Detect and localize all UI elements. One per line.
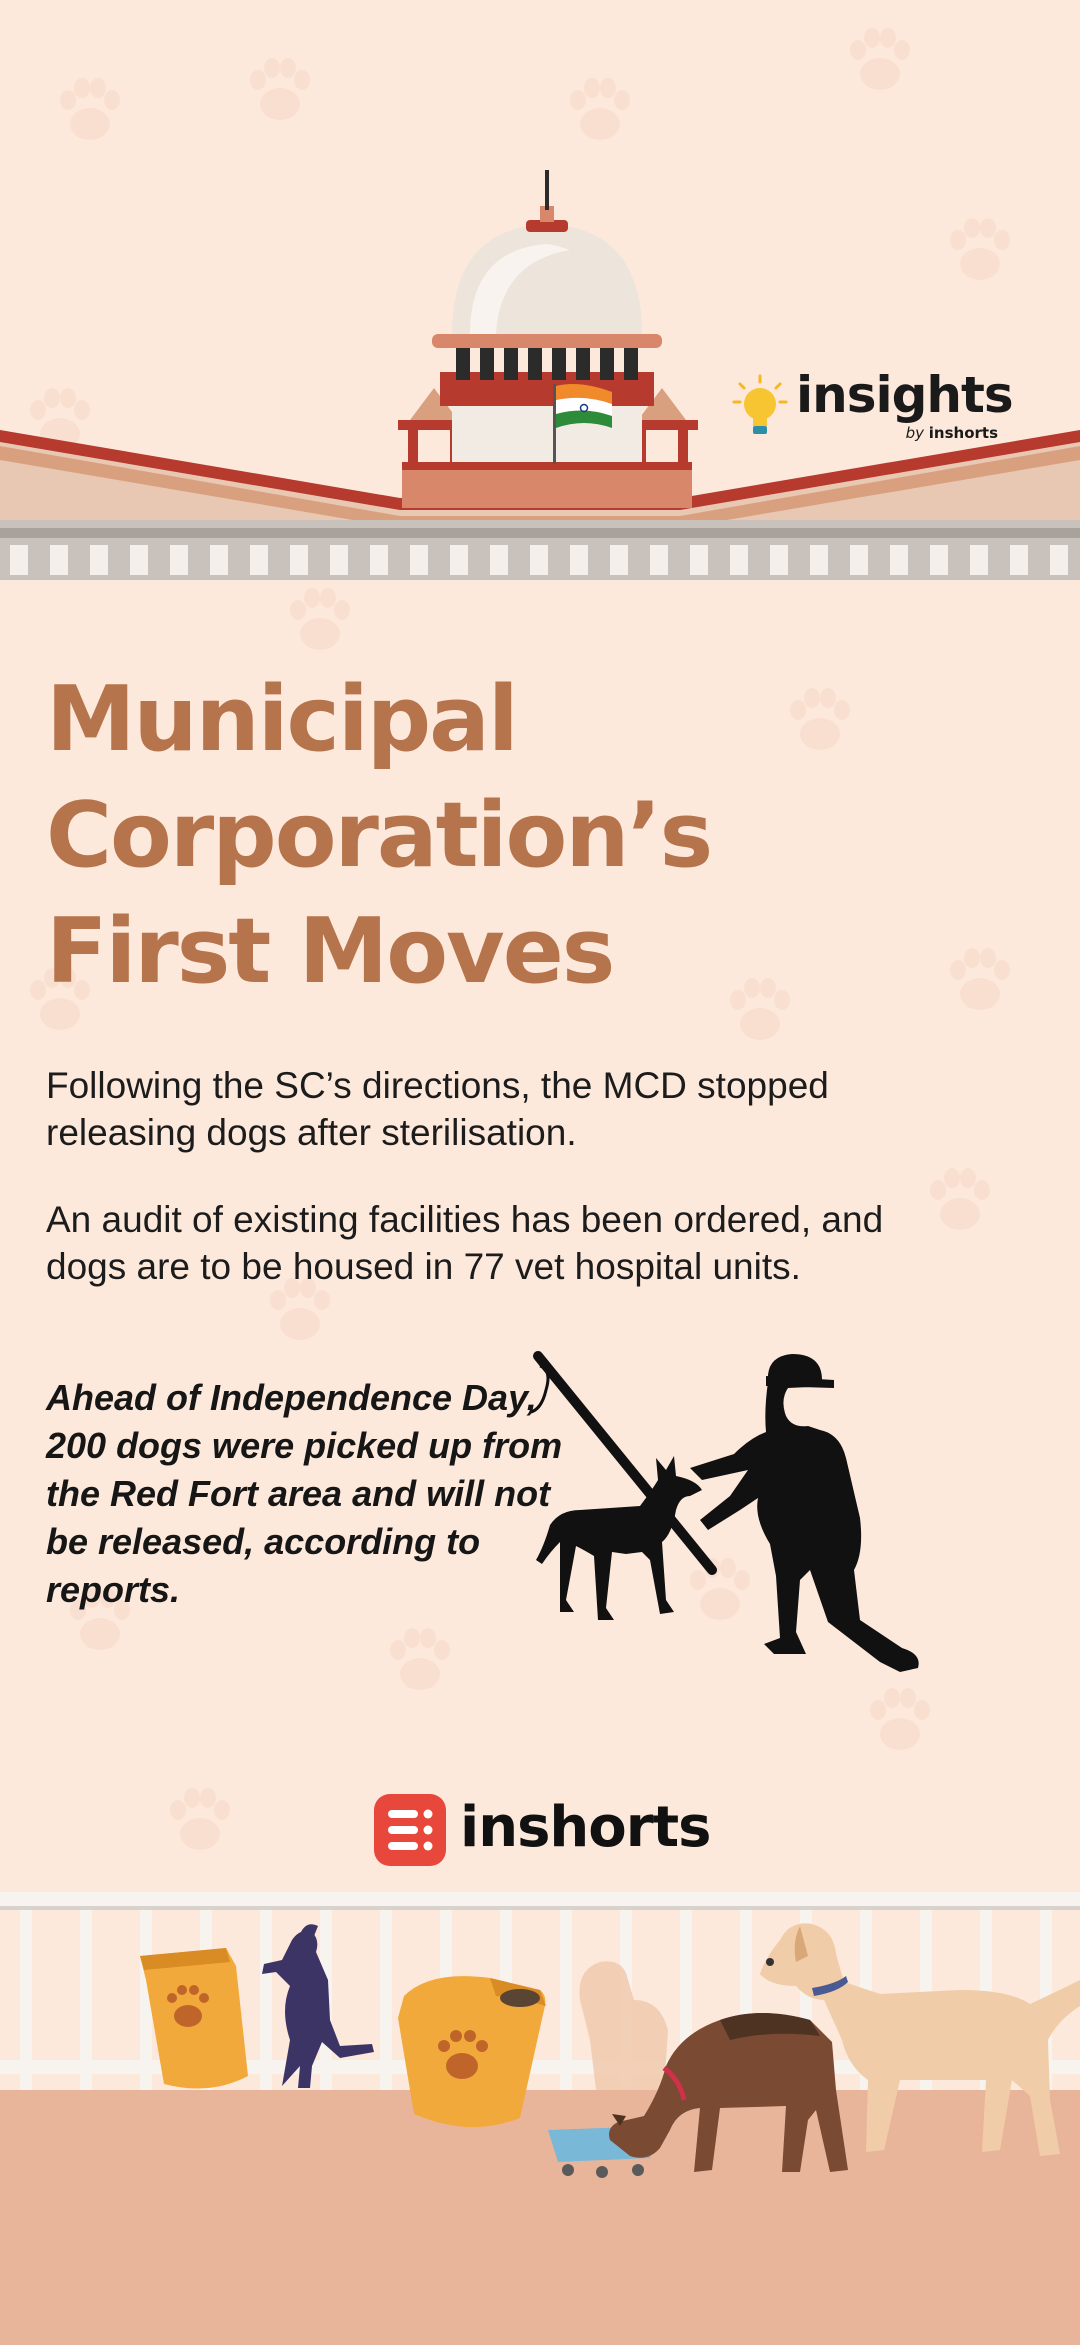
title-line-1: Municipal	[46, 667, 519, 772]
insights-brand-logo: insights by inshorts	[732, 366, 1014, 448]
title-line-3: First Moves	[46, 899, 615, 1004]
insights-byline: by inshorts	[906, 426, 998, 441]
inshorts-brand-logo: inshorts	[374, 1794, 714, 1866]
byline-brand: inshorts	[928, 424, 998, 442]
body-paragraph-2: An audit of existing facilities has been…	[46, 1199, 884, 1287]
infographic-page: insights by inshorts Municipal Corporati…	[0, 0, 1080, 2345]
title-line-2: Corporation’s	[46, 783, 713, 888]
inshorts-wordmark: inshorts	[460, 1795, 711, 1860]
highlight-paragraph: Ahead of Independence Day, 200 dogs were…	[46, 1377, 563, 1610]
dog-shelter-illustration	[0, 1892, 1080, 2345]
inshorts-logo-icon	[374, 1794, 446, 1866]
page-title: Municipal Corporation’s First Moves	[46, 662, 946, 1010]
byline-by: by	[905, 424, 924, 442]
body-paragraph-1: Following the SC’s directions, the MCD s…	[46, 1065, 829, 1153]
insights-wordmark: insights	[796, 366, 1014, 424]
supreme-court-building-illustration	[0, 170, 1080, 580]
dog-silhouette	[536, 1456, 702, 1620]
lightbulb-icon	[732, 374, 788, 434]
dog-catcher-illustration	[530, 1351, 919, 1672]
